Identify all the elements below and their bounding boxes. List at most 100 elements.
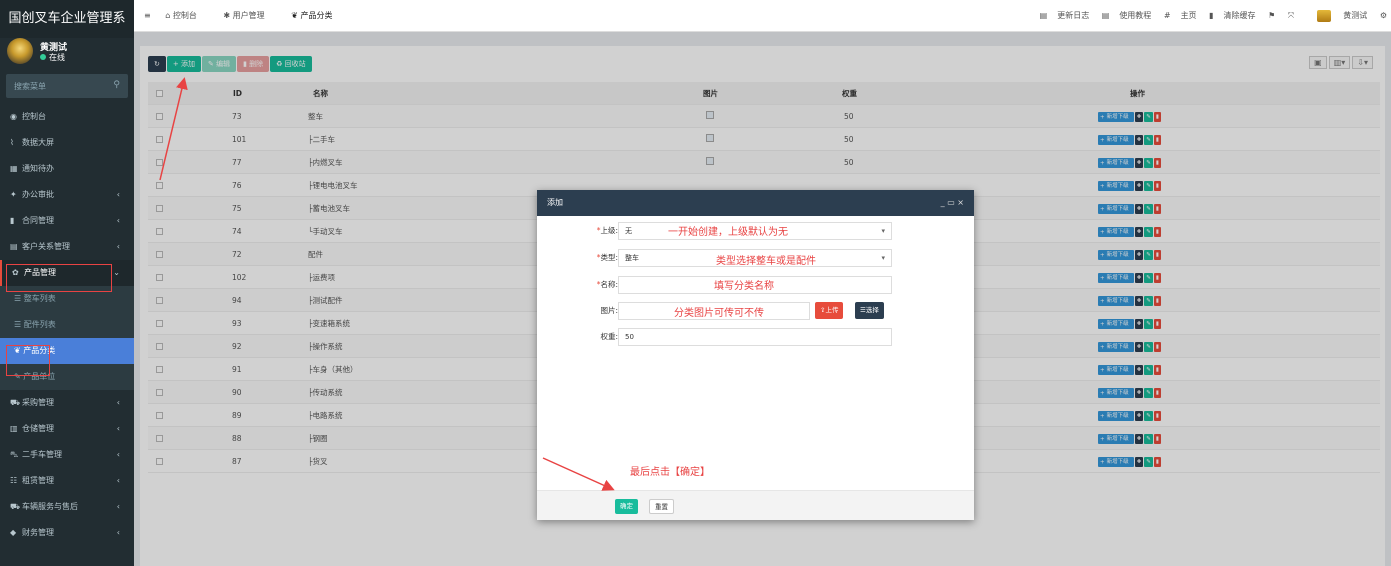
sidebar-item-label: 租赁管理 [22, 476, 54, 485]
list-icon: ☰ [14, 320, 24, 329]
home-link[interactable]: # 主页 [1164, 11, 1197, 20]
sidebar-item-parts-list[interactable]: ☰ 配件列表 [0, 312, 134, 338]
sidebar-item-label: 控制台 [22, 112, 46, 121]
calendar-icon: ▦ [10, 164, 18, 173]
link-label: 清除缓存 [1223, 11, 1256, 20]
user-avatar-icon [1316, 9, 1331, 22]
sidebar-item-service[interactable]: ⛟ 车辆服务与售后 ‹ [0, 494, 134, 520]
annotation-type: 类型选择整车或是配件 [716, 256, 816, 267]
sidebar-item-warehouse[interactable]: ▥ 仓储管理 ‹ [0, 416, 134, 442]
caret-down-icon: ▾ [881, 227, 885, 235]
chevron-left-icon: ‹ [116, 528, 120, 537]
cart-icon: ⛟ [10, 398, 21, 407]
topbar: ≡ ⌂ 控制台 ✱ 用户管理 ❦ 产品分类 ▤ 更新日志 ▤ 使用教程 # 主页 ▮ 清… [134, 0, 1391, 32]
image-label: 图片: [600, 306, 618, 315]
truck-icon: ⛟ [10, 502, 21, 511]
modal-footer: 确定 重置 [537, 490, 974, 520]
parent-label: *上级: [596, 226, 618, 235]
close-icon[interactable]: × [957, 198, 964, 207]
confirm-button[interactable]: 确定 [615, 499, 638, 514]
chevron-left-icon: ‹ [116, 242, 120, 251]
sidebar-item-label: 合同管理 [22, 216, 54, 225]
weight-input[interactable]: 50 [618, 328, 892, 346]
translate-icon[interactable]: ⚑ [1268, 11, 1275, 20]
link-label: 主页 [1180, 11, 1197, 20]
list-icon: ☰ [14, 294, 24, 303]
sidebar-item-label: 通知待办 [22, 164, 54, 173]
minimize-icon[interactable]: _ [941, 198, 945, 207]
sidebar-item-label: 财务管理 [22, 528, 54, 537]
chevron-left-icon: ‹ [116, 502, 120, 511]
list-icon: ☷ [10, 476, 18, 485]
sidebar-item-label: 仓储管理 [22, 424, 54, 433]
tab-users[interactable]: ✱ 用户管理 [223, 11, 276, 20]
weight-row: 权重: 50 [537, 328, 974, 346]
car-icon: ⛍ [10, 450, 19, 459]
clear-cache-link[interactable]: ▮ 清除缓存 [1209, 11, 1255, 20]
settings-icon[interactable]: ⚙ [1380, 11, 1387, 20]
hamburger-icon[interactable]: ≡ [144, 11, 151, 20]
modal-title: 添加 [547, 198, 563, 207]
annotation-image: 分类图片可传可不传 [674, 308, 764, 319]
sidebar-item-label: 办公审批 [22, 190, 54, 199]
sidebar-item-label: 采购管理 [22, 398, 54, 407]
sidebar-item-rental[interactable]: ☷ 租赁管理 ‹ [0, 468, 134, 494]
chart-icon: ⌇ [10, 138, 14, 147]
chevron-left-icon: ‹ [116, 216, 120, 225]
name-label: *名称: [596, 280, 618, 289]
sidebar-item-used-cars[interactable]: ⛍ 二手车管理 ‹ [0, 442, 134, 468]
sidebar-item-label: 二手车管理 [22, 450, 62, 459]
chevron-left-icon: ‹ [116, 190, 120, 199]
type-label: *类型: [596, 253, 618, 262]
app-title: 国创叉车企业管理系 [0, 0, 134, 38]
sidebar-item-label: 车辆服务与售后 [22, 502, 78, 511]
weight-label: 权重: [600, 332, 618, 341]
user-status-text: 在线 [49, 53, 65, 62]
parent-value: 无 [625, 227, 632, 235]
maximize-icon[interactable]: ▭ [947, 198, 955, 207]
chevron-left-icon: ‹ [116, 424, 120, 433]
card-icon: ▤ [10, 242, 18, 251]
tutorial-link[interactable]: ▤ 使用教程 [1102, 11, 1152, 20]
search-icon: ⚲ [113, 80, 120, 90]
reset-button[interactable]: 重置 [649, 499, 674, 514]
sidebar-item-dashboard[interactable]: ◉ 控制台 [0, 104, 134, 130]
menu-search-input[interactable]: 搜索菜单 ⚲ [6, 74, 128, 98]
sidebar-item-finance[interactable]: ◆ 财务管理 ‹ [0, 520, 134, 546]
tab-label: 用户管理 [232, 11, 265, 20]
database-icon: ▥ [10, 424, 18, 433]
sidebar-item-contracts[interactable]: ▮ 合同管理 ‹ [0, 208, 134, 234]
choose-button[interactable]: ☰选择 [855, 302, 884, 319]
caret-down-icon: ▾ [881, 254, 885, 262]
user-menu[interactable]: 黄测试 [1307, 9, 1368, 22]
chevron-left-icon: ‹ [116, 476, 120, 485]
tab-product-category[interactable]: ❦ 产品分类 [291, 11, 344, 20]
annotation-name: 填写分类名称 [714, 281, 774, 292]
fullscreen-icon[interactable]: ⤧ [1288, 11, 1294, 20]
user-menu-label: 黄测试 [1343, 11, 1368, 20]
link-label: 更新日志 [1057, 11, 1090, 20]
highlight-products-menu [6, 264, 112, 292]
link-label: 使用教程 [1119, 11, 1152, 20]
user-status: 在线 [40, 52, 65, 63]
sidebar-item-crm[interactable]: ▤ 客户关系管理 ‹ [0, 234, 134, 260]
upload-button[interactable]: ⇪上传 [815, 302, 844, 319]
sidebar-item-label: 配件列表 [23, 320, 56, 329]
chevron-left-icon: ‹ [116, 450, 120, 459]
sidebar-item-approval[interactable]: ✦ 办公审批 ‹ [0, 182, 134, 208]
diamond-icon: ◆ [10, 528, 17, 537]
tab-label: 控制台 [172, 11, 197, 20]
chevron-left-icon: ‹ [116, 398, 120, 407]
choose-label: 选择 [865, 306, 879, 314]
sidebar-item-purchase[interactable]: ⛟ 采购管理 ‹ [0, 390, 134, 416]
tab-label: 产品分类 [300, 11, 333, 20]
avatar [7, 38, 33, 64]
tab-dashboard[interactable]: ⌂ 控制台 [165, 11, 209, 20]
changelog-link[interactable]: ▤ 更新日志 [1040, 11, 1090, 20]
sidebar-item-data-screen[interactable]: ⌇ 数据大屏 [0, 130, 134, 156]
user-panel: 黄测试 在线 [0, 38, 134, 68]
sidebar-item-notices[interactable]: ▦ 通知待办 [0, 156, 134, 182]
dashboard-icon: ◉ [10, 112, 17, 121]
sidebar-item-label: 客户关系管理 [22, 242, 70, 251]
add-modal: 添加 _ ▭ × *上级: 无 ▾ *类型: 整车 ▾ *名称: 图片: ⇪上传 ☰… [537, 190, 974, 520]
